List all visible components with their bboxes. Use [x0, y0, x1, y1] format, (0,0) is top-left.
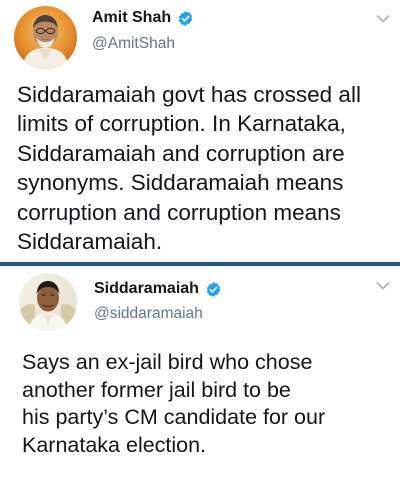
author-row: Amit Shah	[92, 9, 194, 27]
verified-badge-icon	[177, 10, 194, 27]
chevron-down-icon[interactable]	[376, 281, 390, 291]
tweet-screenshot-composite: Amit Shah @AmitShah Siddaramaiah govt ha…	[0, 0, 400, 493]
tweet-card-amit-shah[interactable]: Amit Shah @AmitShah Siddaramaiah govt ha…	[0, 0, 400, 262]
tweet-text: Siddaramaiah govt has crossed all limits…	[17, 82, 361, 255]
avatar-image	[14, 6, 77, 69]
avatar-siddaramaiah[interactable]	[19, 273, 77, 331]
avatar-image	[19, 273, 77, 331]
author-row: Siddaramaiah	[94, 280, 222, 298]
user-handle[interactable]: @AmitShah	[92, 35, 175, 53]
display-name[interactable]: Siddaramaiah	[94, 280, 199, 298]
tweet-text: Says an ex-jail bird who chose another f…	[22, 350, 326, 457]
chevron-down-icon[interactable]	[376, 14, 390, 24]
avatar-amit-shah[interactable]	[14, 6, 77, 69]
user-handle[interactable]: @siddaramaiah	[94, 305, 203, 323]
display-name[interactable]: Amit Shah	[92, 9, 171, 27]
verified-badge-icon	[205, 281, 222, 298]
